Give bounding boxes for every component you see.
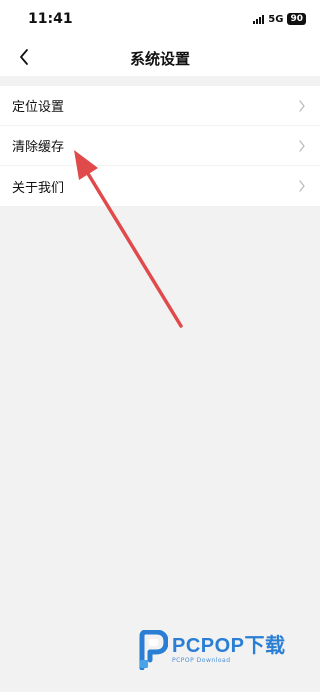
network-type: 5G [268, 13, 284, 25]
navigation-bar: 系统设置 [0, 38, 320, 76]
battery-icon: 90 [287, 13, 306, 25]
page-title: 系统设置 [129, 50, 190, 68]
menu-item-location-settings[interactable]: 定位设置 [0, 86, 320, 126]
signal-icon [253, 14, 265, 24]
menu-item-about-us[interactable]: 关于我们 [0, 166, 320, 206]
settings-menu: 定位设置 清除缓存 关于我们 [0, 86, 320, 206]
chevron-right-icon [298, 139, 308, 153]
chevron-right-icon [298, 179, 308, 193]
watermark-text: PCPOP下载 [172, 635, 286, 657]
watermark-subtext: PCPOP Download [172, 657, 231, 664]
menu-item-label: 清除缓存 [12, 140, 65, 155]
pcpop-logo-icon [139, 630, 168, 670]
status-time: 11:41 [28, 11, 73, 27]
menu-item-label: 定位设置 [12, 100, 65, 115]
menu-item-clear-cache[interactable]: 清除缓存 [0, 126, 320, 166]
watermark-logo: PCPOP下载 PCPOP Download [138, 628, 308, 672]
status-indicators: 5G 90 [253, 13, 306, 25]
chevron-right-icon [298, 99, 308, 113]
menu-item-label: 关于我们 [12, 180, 65, 196]
status-bar: 11:41 5G 90 [0, 0, 320, 38]
